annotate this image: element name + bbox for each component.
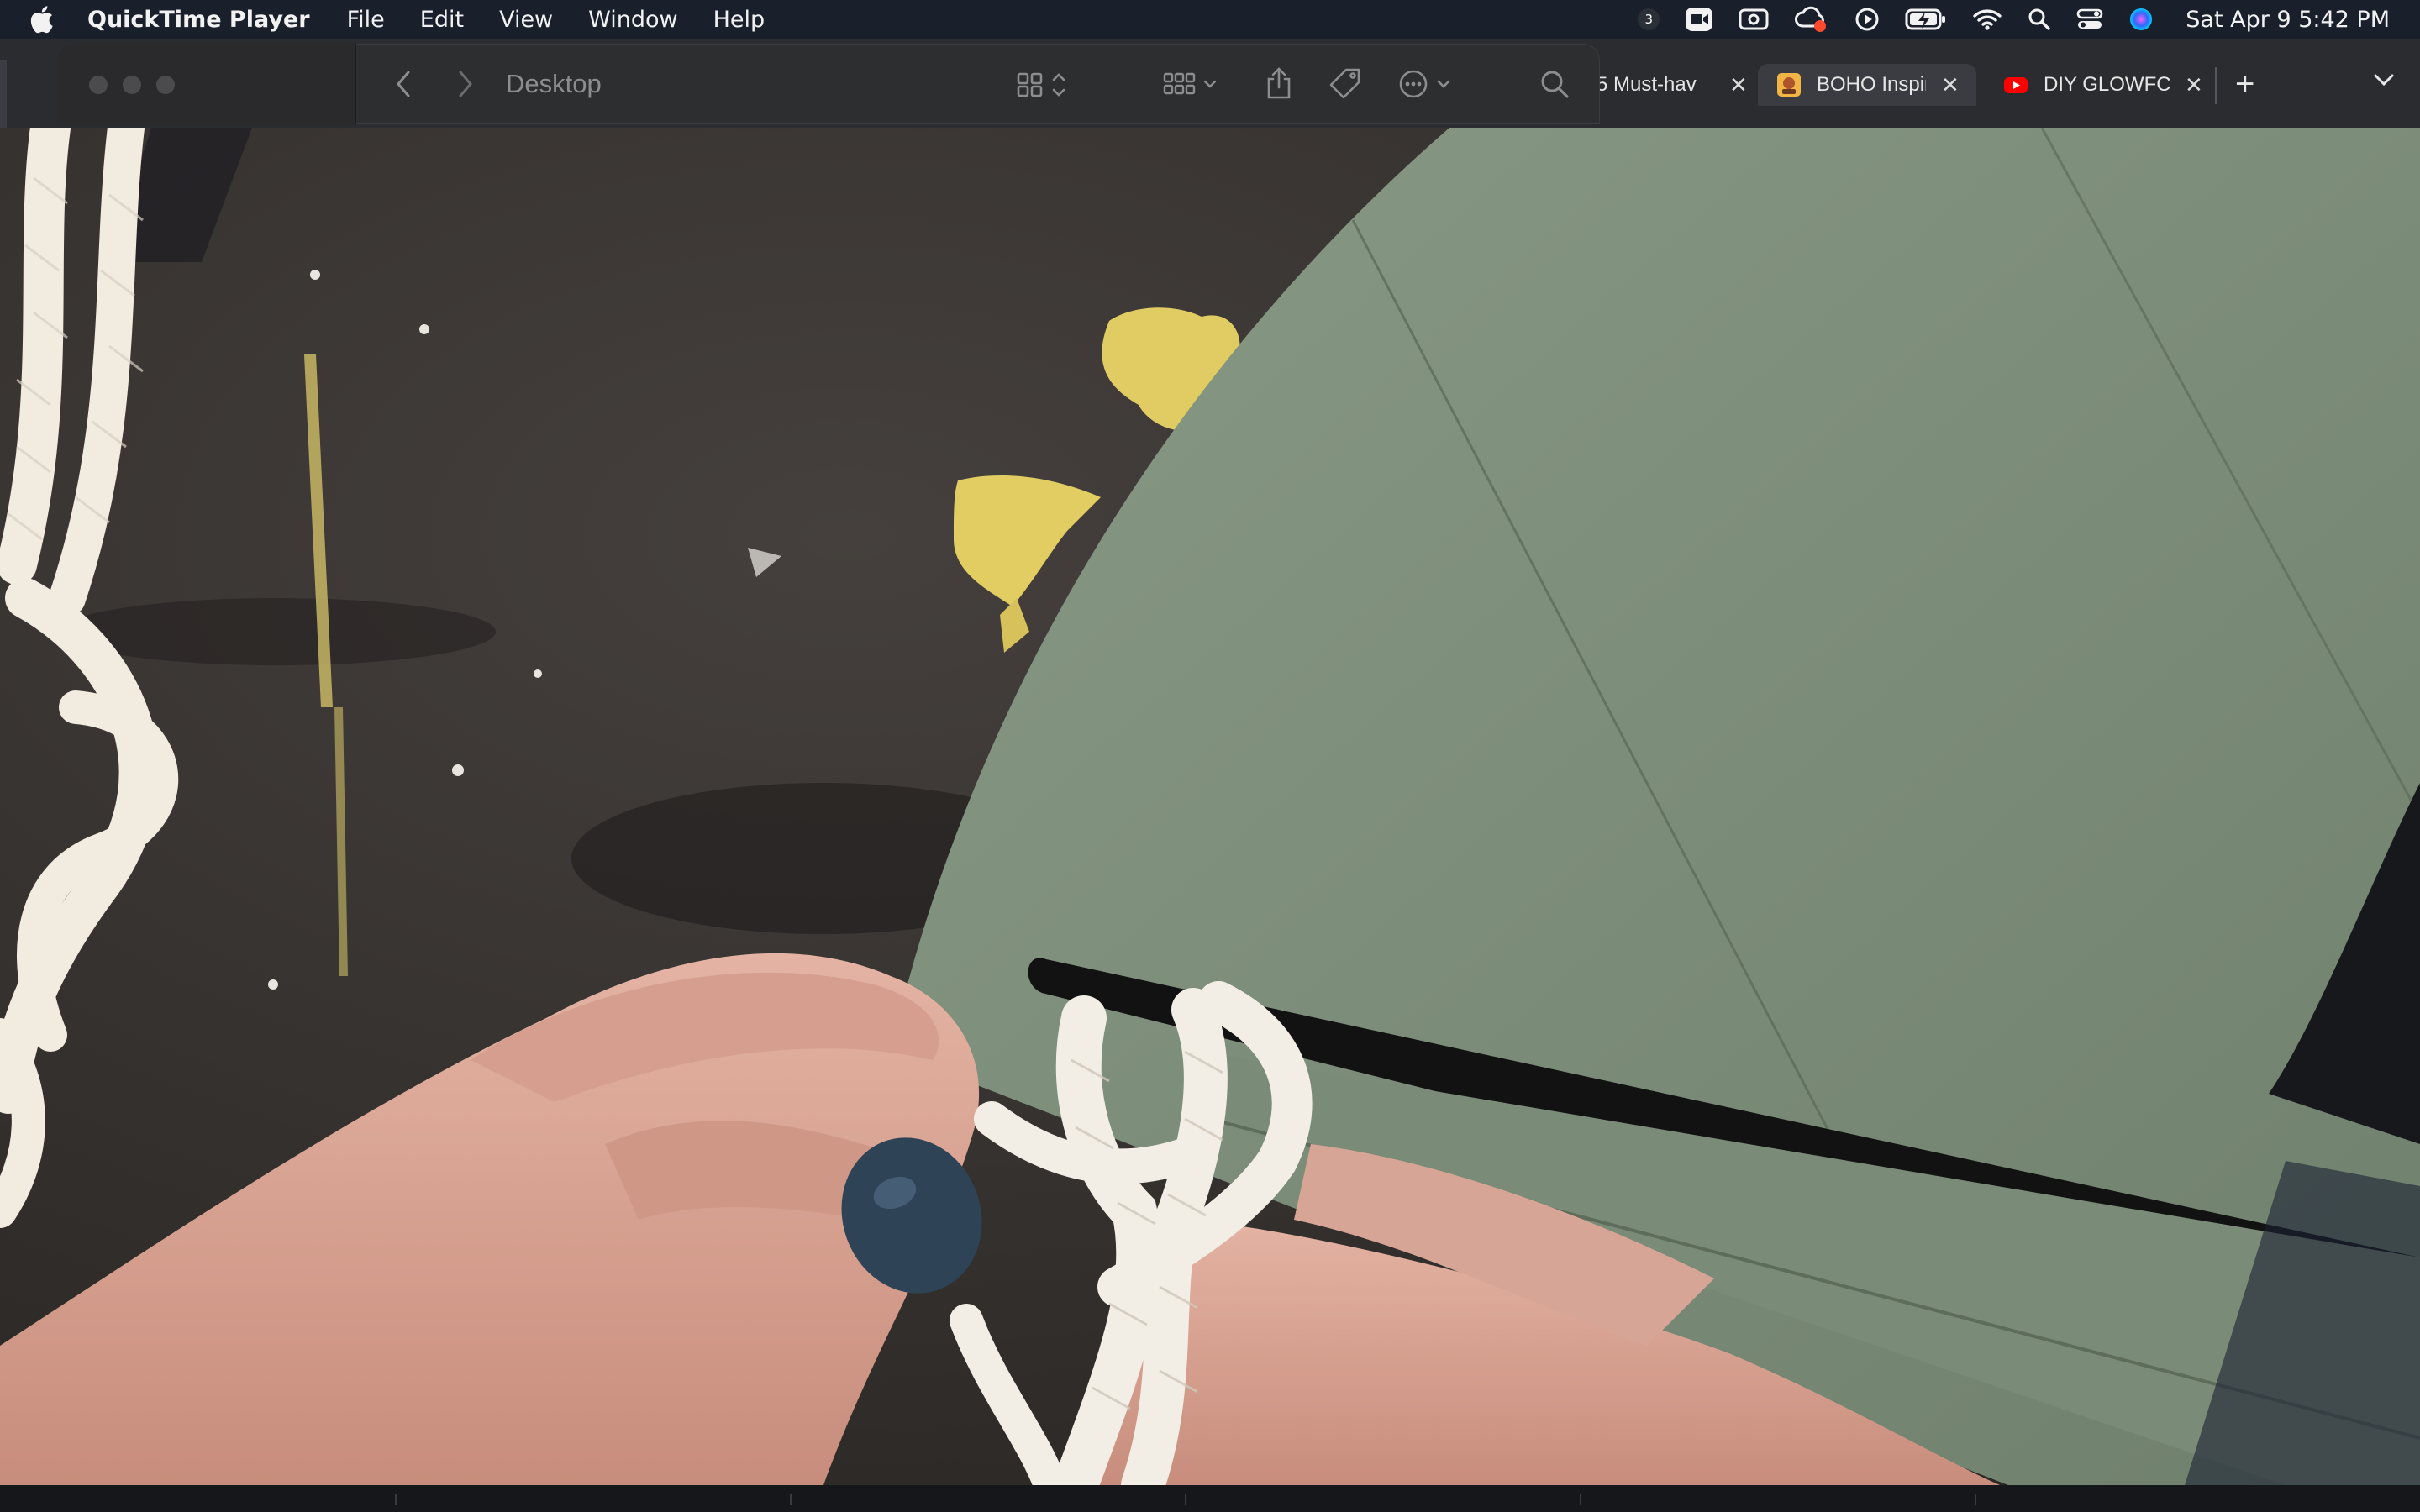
video-frame[interactable] (0, 128, 2420, 1485)
apple-menu-icon[interactable] (29, 3, 57, 36)
creative-cloud-icon[interactable] (1794, 6, 1829, 33)
browser-tab[interactable]: 5 Must-hav ✕ (1597, 64, 1748, 106)
menu-help[interactable]: Help (713, 7, 765, 33)
minimize-window-button[interactable] (123, 76, 141, 94)
video-bottom-bar (0, 1485, 2420, 1512)
spotlight-search-icon[interactable] (2028, 8, 2051, 31)
new-tab-button[interactable]: + (2235, 66, 2254, 103)
battery-charging-icon[interactable] (1905, 8, 1947, 31)
menu-file[interactable]: File (347, 7, 385, 33)
notification-badge[interactable]: 3 (1638, 8, 1660, 30)
screen-record-icon[interactable] (1739, 7, 1769, 32)
control-center-icon[interactable] (2076, 8, 2103, 31)
close-tab-icon[interactable]: ✕ (1729, 72, 1748, 98)
menu-view[interactable]: View (499, 7, 553, 33)
zoom-window-button[interactable] (156, 76, 175, 94)
browser-tab[interactable]: DIY GLOWFC ✕ (2003, 64, 2213, 106)
finder-toolbar: Desktop (57, 44, 1600, 124)
close-tab-icon[interactable]: ✕ (1941, 72, 1960, 98)
timeline-tick (1975, 1494, 1976, 1505)
timeline-tick (1580, 1494, 1581, 1505)
more-actions-icon[interactable] (1397, 66, 1457, 107)
browser-tab-active[interactable]: BOHO Inspir ✕ (1758, 64, 1976, 106)
close-window-button[interactable] (89, 76, 108, 94)
timeline-tick (395, 1494, 397, 1505)
tab-overview-chevron-icon[interactable] (2373, 72, 2395, 92)
menu-bar: QuickTime Player File Edit View Window H… (0, 0, 2420, 39)
view-grid-icon[interactable] (1015, 66, 1074, 107)
timeline-tick (1185, 1494, 1186, 1505)
forward-icon[interactable] (454, 66, 476, 107)
wifi-icon[interactable] (1972, 8, 2002, 31)
tab-title: DIY GLOWFC (2044, 73, 2170, 96)
menu-clock[interactable]: Sat Apr 9 5:42 PM (2186, 7, 2390, 33)
siri-icon[interactable] (2128, 7, 2154, 32)
tab-title: BOHO Inspir (1817, 73, 1926, 96)
timeline-tick (790, 1494, 792, 1505)
share-icon[interactable] (1262, 66, 1296, 107)
video-content-image (0, 128, 2420, 1485)
menu-edit[interactable]: Edit (420, 7, 464, 33)
tag-icon[interactable] (1328, 66, 1365, 107)
tab-separator (2215, 67, 2217, 104)
app-menu[interactable]: QuickTime Player (87, 7, 310, 33)
window-edge (0, 60, 7, 128)
tab-title: 5 Must-hav (1597, 73, 1697, 96)
zoom-icon[interactable] (1685, 7, 1713, 32)
group-icon[interactable] (1161, 66, 1225, 107)
youtube-favicon-icon (2004, 77, 2028, 93)
finder-window-title: Desktop (506, 69, 602, 98)
menu-window[interactable]: Window (588, 7, 677, 33)
close-tab-icon[interactable]: ✕ (2185, 72, 2203, 98)
boho-favicon-icon (1777, 73, 1801, 97)
play-icon[interactable] (1854, 7, 1880, 32)
search-icon[interactable] (1538, 66, 1571, 107)
back-icon[interactable] (393, 66, 415, 107)
